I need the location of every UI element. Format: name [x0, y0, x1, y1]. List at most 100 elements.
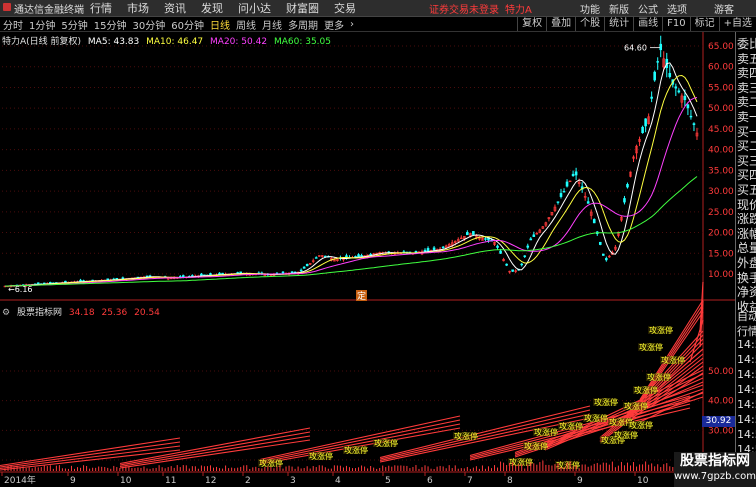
signal-label: 攻涨停 [344, 445, 368, 455]
period-weekly[interactable]: 周线 [233, 17, 259, 32]
candle-body [426, 248, 430, 252]
signal-label: 攻涨停 [629, 420, 653, 430]
candle-body [499, 250, 502, 254]
tick-time-label: 14:5 [737, 353, 756, 366]
tool-huaxian[interactable]: 画线 [633, 17, 662, 31]
tool-biaoji[interactable]: 标记 [689, 17, 719, 31]
candle-body [598, 241, 602, 245]
candle-body [562, 191, 566, 193]
price-tick-label: 40.00 [708, 146, 734, 156]
tool-tongji[interactable]: 统计 [604, 17, 633, 31]
tool-fuquan[interactable]: 复权 [517, 17, 546, 31]
menu-jiaoyi[interactable]: 交易 [334, 0, 356, 16]
candle-body [653, 71, 656, 81]
high-price-label: 64.60 [624, 44, 647, 53]
menu-caifuquan[interactable]: 财富圈 [286, 0, 319, 16]
candle-body [299, 269, 303, 272]
ma20-value: MA20: 50.42 [210, 37, 268, 47]
signal-label: 攻涨停 [584, 413, 608, 423]
tick-time-label: 14:5 [737, 338, 756, 351]
tick-time-label: 14:5 [737, 368, 756, 381]
tick-time-label: 14:5 [737, 383, 756, 396]
time-axis-label: 11 [165, 476, 176, 486]
candle-body [191, 275, 194, 277]
menu-gongneng[interactable]: 功能 [580, 1, 600, 16]
login-notice[interactable]: 证券交易未登录 [429, 1, 499, 16]
period-more[interactable]: 更多 [321, 17, 347, 32]
candle-body [574, 171, 578, 176]
watermark-title: 股票指标网 [680, 453, 750, 469]
tick-time-label: 行情 [737, 325, 756, 338]
signal-label: 攻涨停 [524, 441, 548, 451]
period-monthly[interactable]: 月线 [259, 17, 285, 32]
time-axis-label: 10 [120, 476, 132, 486]
ding-marker-label: 定 [357, 290, 366, 302]
candle-body [360, 255, 363, 257]
indicator-tick-label: 50.00 [708, 367, 734, 377]
candle-body [556, 201, 560, 203]
watermark-url: www.7gpzb.com [674, 471, 756, 482]
tool-zixuan[interactable]: +自选 [718, 17, 756, 31]
user-guest[interactable]: 游客 [714, 1, 734, 16]
menu-shichang[interactable]: 市场 [127, 0, 149, 16]
gear-icon[interactable]: ⚙ [2, 308, 10, 318]
period-30min[interactable]: 30分钟 [129, 17, 168, 32]
period-5min[interactable]: 5分钟 [58, 17, 90, 32]
period-fenshi[interactable]: 分时 [0, 17, 26, 32]
price-tick-label: 60.00 [708, 63, 734, 73]
price-tick-label: 45.00 [708, 125, 734, 135]
stock-name-title: 特力A [505, 4, 532, 16]
candle-body [626, 184, 629, 188]
menu-faxian[interactable]: 发现 [201, 0, 223, 16]
price-tick-label: 35.00 [708, 166, 734, 176]
candle-body [314, 257, 318, 259]
ma60-value: MA60: 35.05 [273, 37, 331, 47]
time-axis-label: 12 [205, 476, 216, 486]
candle-body [683, 95, 687, 101]
tool-diejia[interactable]: 叠加 [546, 17, 575, 31]
chevron-right-icon[interactable]: › [347, 19, 357, 30]
signal-label: 攻涨停 [559, 421, 583, 431]
app-window: 通达信金融终端 行情 市场 资讯 发现 问小达 财富圈 交易 证券交易未登录 特… [0, 0, 756, 487]
period-1min[interactable]: 1分钟 [26, 17, 58, 32]
signal-label: 攻涨停 [374, 438, 398, 448]
candle-body [656, 61, 659, 63]
candle-body [505, 263, 508, 266]
tool-gegu[interactable]: 个股 [575, 17, 604, 31]
menu-wenxiaoda[interactable]: 问小达 [238, 0, 271, 16]
period-daily[interactable]: 日线 [207, 17, 233, 32]
tick-time-label: 自动 [737, 310, 756, 323]
period-15min[interactable]: 15分钟 [91, 17, 130, 32]
candle-body [496, 245, 499, 248]
menu-xuanxiang[interactable]: 选项 [667, 1, 687, 16]
period-60min[interactable]: 60分钟 [168, 17, 207, 32]
top-right-menu: 功能 新版 公式 选项 游客 [580, 1, 756, 16]
signal-label: 攻涨停 [624, 401, 648, 411]
menu-xinban[interactable]: 新版 [609, 1, 629, 16]
signal-label: 攻涨停 [634, 385, 658, 395]
candle-body [414, 251, 418, 253]
signal-label: 攻涨停 [534, 427, 558, 437]
menu-zixun[interactable]: 资讯 [164, 0, 186, 16]
indicator-name[interactable]: 股票指标网 [17, 308, 62, 318]
indicator-header: ⚙ 股票指标网 34.18 25.36 20.54 [2, 305, 164, 318]
tool-f10[interactable]: F10 [662, 17, 689, 31]
period-multi[interactable]: 多周期 [285, 17, 321, 32]
kline-chart[interactable]: 65.00 60.00 55.00 50.00 45.00 40.00 35.00 30.00… [0, 32, 735, 487]
price-tick-label: 15.00 [708, 249, 734, 259]
candle-body [423, 249, 427, 252]
candle-body [302, 266, 306, 269]
time-axis-label: 5 [385, 476, 391, 486]
chart-title: 特力A(日线 前复权) [2, 37, 82, 47]
indicator-v3: 20.54 [134, 308, 160, 318]
candle-body [523, 255, 527, 257]
period-toolbar: 分时 1分钟 5分钟 15分钟 30分钟 60分钟 日线 周线 月线 多周期 更… [0, 17, 756, 32]
price-tick-label: 20.00 [708, 229, 734, 239]
menu-gongshi[interactable]: 公式 [638, 1, 658, 16]
menu-hangqing[interactable]: 行情 [90, 0, 112, 16]
candle-body [466, 232, 469, 236]
candle-body [281, 271, 285, 274]
price-tick-label: 30.00 [708, 187, 734, 197]
time-axis-label: 2014年 [4, 474, 36, 486]
candle-body [305, 263, 309, 267]
